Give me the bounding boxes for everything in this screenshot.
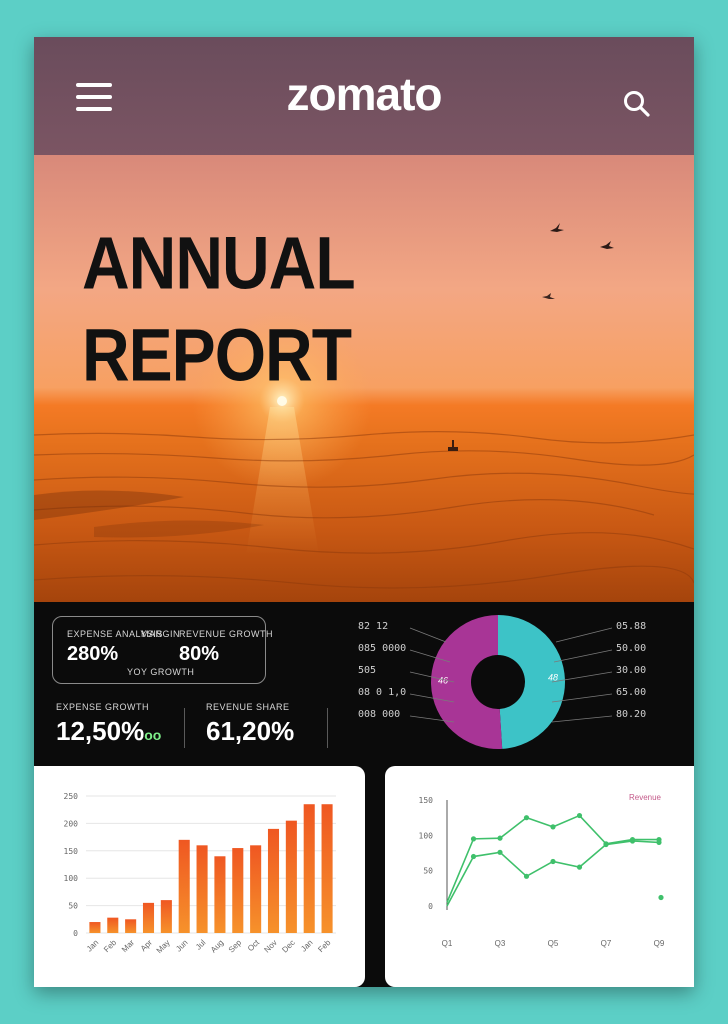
brand-logo[interactable]: zomato [34,67,694,121]
legend-label: Revenue [629,793,662,802]
data-point [470,853,477,860]
title-line-report: REPORT [82,313,352,397]
line-chart: 0 50 100 150 Q1 Q3 Q5 Q7 Q9 Revenue [419,793,665,948]
search-icon[interactable] [622,89,652,119]
bar [178,839,190,933]
top-navigation-bar: zomato [34,37,694,155]
data-point [576,864,583,870]
data-point [497,835,503,841]
series-line [446,840,660,907]
donut-leader-line [551,715,613,723]
x-tick-label: Jan [85,938,100,953]
data-point [497,849,503,855]
x-tick-label: Feb [316,938,333,955]
y-tick-label: 150 [64,847,79,856]
x-tick-label: Jul [194,938,208,952]
donut-leader-line [409,627,447,643]
bar [250,845,262,933]
data-point [629,838,636,844]
bar [303,804,315,933]
statistics-panel: EXPENSE ANALYSIS MARGIN REVENUE GROWTH 2… [34,602,694,765]
x-tick-label: Q7 [601,939,612,948]
bar [267,828,280,933]
data-point [470,836,477,842]
y-tick-label: 0 [428,902,433,911]
bar-chart-card: 0 50 100 150 200 250 Jan Feb Mar Apr May Jun Jul Aug S… [34,766,365,987]
x-tick-label: Q1 [442,939,453,948]
x-tick-label: Oct [246,938,262,954]
data-point [550,858,556,865]
hero-banner: ANNUAL REPORT [34,155,694,602]
x-tick-label: Q9 [654,939,665,948]
bar [232,848,244,933]
donut-slice-label: 46 [438,676,448,686]
bar [142,902,155,933]
bar [89,922,101,933]
x-tick-label: Jan [299,938,314,953]
x-tick-label: Mar [120,938,136,954]
bar [107,917,119,933]
x-tick-label: Q3 [495,939,506,948]
y-tick-label: 150 [419,796,434,805]
bar-chart: 050100150200250Jan Feb Mar Apr May Jun Jul Aug S… [64,792,336,955]
donut-chart: 48 46 [409,615,613,749]
bar [321,804,333,933]
bar [214,856,226,933]
y-tick-label: 100 [64,874,79,883]
x-tick-label: Jun [174,938,189,953]
y-tick-label: 250 [64,792,79,801]
data-point [658,894,664,901]
report-title: ANNUAL REPORT [82,217,356,401]
data-point [656,839,662,845]
line-chart-card: 0 50 100 150 Q1 Q3 Q5 Q7 Q9 Revenue [385,766,694,987]
donut-leader-line [555,627,613,643]
bar [125,919,137,933]
x-tick-label: May [155,938,172,955]
y-tick-label: 200 [64,819,79,828]
x-tick-label: Sep [227,938,244,955]
data-point [523,815,530,821]
title-line-annual: ANNUAL [82,221,356,305]
data-point [603,841,609,848]
donut-slice-label: 48 [548,672,558,682]
y-tick-label: 50 [68,902,78,911]
x-tick-label: Nov [262,938,278,954]
data-point [576,812,583,819]
data-point [550,824,556,830]
x-tick-label: Q5 [548,939,559,948]
x-tick-label: Feb [102,938,119,955]
data-point [523,873,530,879]
y-tick-label: 100 [419,831,434,840]
x-tick-label: Dec [280,938,296,954]
bar [196,845,208,933]
bar [160,900,172,933]
y-tick-label: 50 [423,867,433,876]
x-tick-label: Apr [139,938,154,953]
donut-leader-line [553,649,613,663]
bar [285,820,297,933]
x-tick-label: Aug [209,938,225,954]
report-page: zomato ANNUAL REPORT EXPENSE ANALYSIS MA… [34,37,694,987]
y-tick-label: 0 [73,929,78,938]
